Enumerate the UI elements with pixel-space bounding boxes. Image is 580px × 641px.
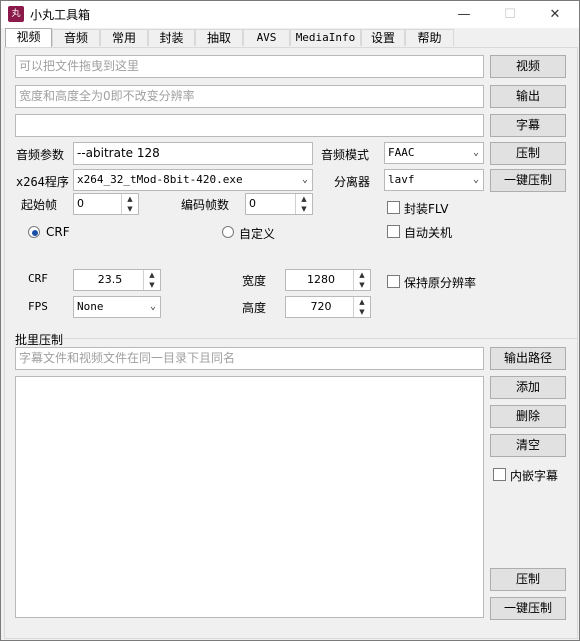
arrow-up-icon[interactable]: ▲ — [144, 270, 160, 280]
add-button[interactable]: 添加 — [490, 376, 566, 399]
batch-compress-button[interactable]: 压制 — [490, 568, 566, 591]
arrow-up-icon[interactable]: ▲ — [122, 194, 138, 204]
tab-settings[interactable]: 设置 — [361, 29, 405, 46]
tab-mux[interactable]: 封装 — [148, 29, 195, 46]
crf-radio[interactable] — [28, 226, 40, 238]
arrow-down-icon[interactable]: ▼ — [296, 204, 312, 214]
encap-flv-label: 封装FLV — [404, 202, 449, 216]
auto-shutdown-label: 自动关机 — [404, 226, 453, 240]
output-path-button[interactable]: 输出路径 — [490, 347, 566, 370]
close-button[interactable]: ✕ — [532, 1, 578, 28]
crf-value: 23.5 — [97, 273, 123, 286]
arrow-down-icon[interactable]: ▼ — [144, 280, 160, 290]
tab-extract[interactable]: 抽取 — [195, 29, 243, 46]
chevron-down-icon: ⌄ — [472, 174, 479, 185]
arrow-up-icon[interactable]: ▲ — [296, 194, 312, 204]
height-value: 720 — [310, 300, 332, 313]
crf-label: CRF — [28, 272, 48, 285]
app-window: 丸 小丸工具箱 — ☐ ✕ 视频 音频 常用 封装 抽取 AVS MediaIn… — [0, 0, 580, 641]
start-frame-spinner[interactable]: 0 ▲ ▼ — [73, 193, 139, 215]
embed-subtitle-label: 内嵌字幕 — [510, 469, 559, 483]
spinner-arrows[interactable]: ▲ ▼ — [295, 194, 312, 214]
output-file-placeholder: 宽度和高度全为0即不改变分辨率 — [19, 89, 195, 103]
batch-subtitle-input[interactable]: 字幕文件和视频文件在同一目录下且同名 — [15, 347, 484, 370]
splitter-value: lavf — [388, 173, 415, 186]
height-label: 高度 — [242, 301, 267, 315]
width-label: 宽度 — [242, 274, 267, 288]
tab-avs[interactable]: AVS — [243, 29, 290, 46]
clear-button[interactable]: 清空 — [490, 434, 566, 457]
keep-resolution-label: 保持原分辨率 — [404, 276, 477, 290]
batch-group-divider — [63, 338, 578, 339]
x264-label: x264程序 — [16, 175, 69, 189]
fps-select[interactable]: None ⌄ — [73, 296, 161, 318]
tab-mediainfo[interactable]: MediaInfo — [290, 29, 361, 46]
window-title: 小丸工具箱 — [30, 8, 91, 22]
audio-params-input[interactable]: --abitrate 128 — [73, 142, 313, 165]
x264-select[interactable]: x264_32_tMod-8bit-420.exe ⌄ — [73, 169, 313, 191]
encode-frames-spinner[interactable]: 0 ▲ ▼ — [245, 193, 313, 215]
tab-video[interactable]: 视频 — [5, 28, 52, 47]
auto-shutdown-checkbox[interactable] — [387, 225, 400, 238]
keep-resolution-checkbox[interactable] — [387, 275, 400, 288]
embed-subtitle-checkbox[interactable] — [493, 468, 506, 481]
one-click-compress-button[interactable]: 一键压制 — [490, 169, 566, 192]
batch-group-title: 批里压制 — [15, 333, 64, 347]
video-button[interactable]: 视频 — [490, 55, 566, 78]
audio-mode-value: FAAC — [388, 146, 415, 159]
app-icon: 丸 — [8, 6, 24, 22]
spinner-arrows[interactable]: ▲ ▼ — [353, 270, 370, 290]
start-frame-label: 起始帧 — [21, 198, 58, 212]
arrow-up-icon[interactable]: ▲ — [354, 297, 370, 307]
arrow-down-icon[interactable]: ▼ — [354, 307, 370, 317]
custom-radio[interactable] — [222, 226, 234, 238]
spinner-arrows[interactable]: ▲ ▼ — [121, 194, 138, 214]
spinner-arrows[interactable]: ▲ ▼ — [143, 270, 160, 290]
height-spinner[interactable]: 720 ▲ ▼ — [285, 296, 371, 318]
arrow-up-icon[interactable]: ▲ — [354, 270, 370, 280]
tab-common[interactable]: 常用 — [100, 29, 148, 46]
subtitle-button[interactable]: 字幕 — [490, 114, 566, 137]
width-value: 1280 — [307, 273, 335, 286]
subtitle-file-input[interactable] — [15, 114, 484, 137]
arrow-down-icon[interactable]: ▼ — [122, 204, 138, 214]
tab-help[interactable]: 帮助 — [405, 29, 454, 46]
output-file-input[interactable]: 宽度和高度全为0即不改变分辨率 — [15, 85, 484, 108]
crf-radio-label: CRF — [46, 225, 70, 239]
video-file-placeholder: 可以把文件拖曳到这里 — [19, 59, 140, 73]
width-spinner[interactable]: 1280 ▲ ▼ — [285, 269, 371, 291]
x264-value: x264_32_tMod-8bit-420.exe — [77, 173, 243, 186]
batch-file-list[interactable] — [15, 376, 484, 618]
minimize-button[interactable]: — — [441, 1, 487, 28]
fps-value: None — [77, 300, 104, 313]
chevron-down-icon: ⌄ — [472, 147, 479, 158]
tab-strip: 视频 音频 常用 封装 抽取 AVS MediaInfo 设置 帮助 — [3, 28, 579, 47]
batch-one-click-compress-button[interactable]: 一键压制 — [490, 597, 566, 620]
maximize-button[interactable]: ☐ — [487, 1, 533, 28]
audio-mode-select[interactable]: FAAC ⌄ — [384, 142, 484, 164]
title-bar[interactable]: 丸 小丸工具箱 — ☐ ✕ — [1, 1, 579, 28]
spinner-arrows[interactable]: ▲ ▼ — [353, 297, 370, 317]
chevron-down-icon: ⌄ — [301, 174, 308, 185]
video-file-input[interactable]: 可以把文件拖曳到这里 — [15, 55, 484, 78]
custom-radio-label: 自定义 — [239, 227, 276, 241]
compress-button[interactable]: 压制 — [490, 142, 566, 165]
splitter-label: 分离器 — [334, 175, 371, 189]
audio-mode-label: 音频模式 — [321, 148, 370, 162]
fps-label: FPS — [28, 300, 48, 313]
encode-frames-label: 编码帧数 — [181, 198, 230, 212]
chevron-down-icon: ⌄ — [149, 301, 156, 312]
encode-frames-value: 0 — [249, 197, 256, 210]
encap-flv-checkbox[interactable] — [387, 201, 400, 214]
splitter-select[interactable]: lavf ⌄ — [384, 169, 484, 191]
arrow-down-icon[interactable]: ▼ — [354, 280, 370, 290]
delete-button[interactable]: 删除 — [490, 405, 566, 428]
batch-subtitle-placeholder: 字幕文件和视频文件在同一目录下且同名 — [19, 351, 236, 365]
output-button[interactable]: 输出 — [490, 85, 566, 108]
start-frame-value: 0 — [77, 197, 84, 210]
crf-spinner[interactable]: 23.5 ▲ ▼ — [73, 269, 161, 291]
audio-params-label: 音频参数 — [16, 148, 65, 162]
tab-audio[interactable]: 音频 — [52, 29, 100, 46]
